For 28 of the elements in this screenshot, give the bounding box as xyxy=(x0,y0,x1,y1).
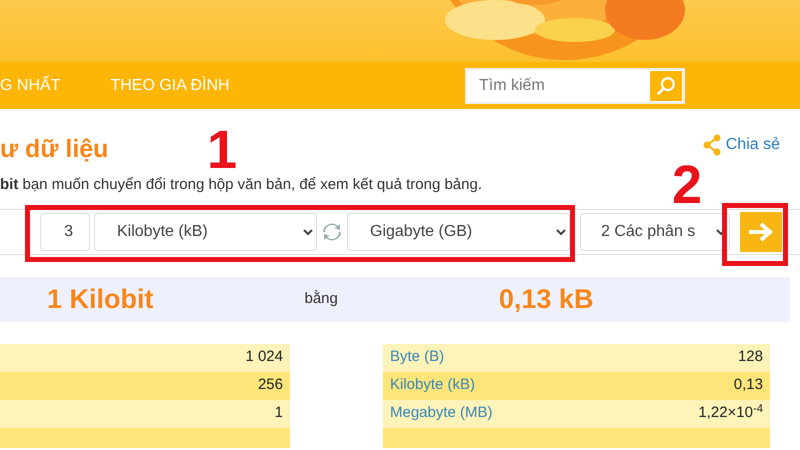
table-value: 1,22×10$^{-4}$ xyxy=(698,402,763,424)
table-value: 1 xyxy=(274,403,283,424)
instruction-text: bit bạn muốn chuyển đổi trong hộp văn bản, để xem kết quả trong bảng. xyxy=(0,175,482,195)
unit-name: Byte (B) xyxy=(390,347,444,368)
arrow-icon xyxy=(747,220,775,242)
unit-name: Kilobyte (kB) xyxy=(390,375,476,396)
unit-name: Megabyte (MB) xyxy=(390,403,493,424)
table-value: 128 xyxy=(738,347,763,368)
search-bar[interactable]: Tìm kiếm xyxy=(465,68,685,104)
decimals-dropdown[interactable]: 2 Các phân s xyxy=(580,212,730,250)
table-value: 0,13 xyxy=(734,375,763,396)
search-icon xyxy=(656,74,676,96)
result-label: bằng xyxy=(304,288,338,309)
search-button[interactable] xyxy=(650,70,682,100)
convert-button[interactable] xyxy=(740,212,782,252)
share-icon xyxy=(702,134,722,156)
table-value: 1 024 xyxy=(245,347,283,368)
unit-dropdown[interactable]: Kilobyte (kB) xyxy=(94,212,317,250)
result-value: 0,13 kB xyxy=(498,282,594,316)
step-number: 2 xyxy=(672,163,702,209)
page-heading: ư dữ liệu xyxy=(0,134,108,164)
share-link[interactable]: Chia sẻ xyxy=(702,133,780,157)
step-number: 1 xyxy=(207,128,238,174)
highlight-frame xyxy=(722,203,788,266)
result-value: 1 Kilobit xyxy=(47,282,154,316)
unit-dropdown[interactable]: Gigabyte (GB) xyxy=(347,212,570,250)
table-value: 256 xyxy=(258,375,283,396)
amount-field[interactable]: 3 xyxy=(40,212,90,250)
